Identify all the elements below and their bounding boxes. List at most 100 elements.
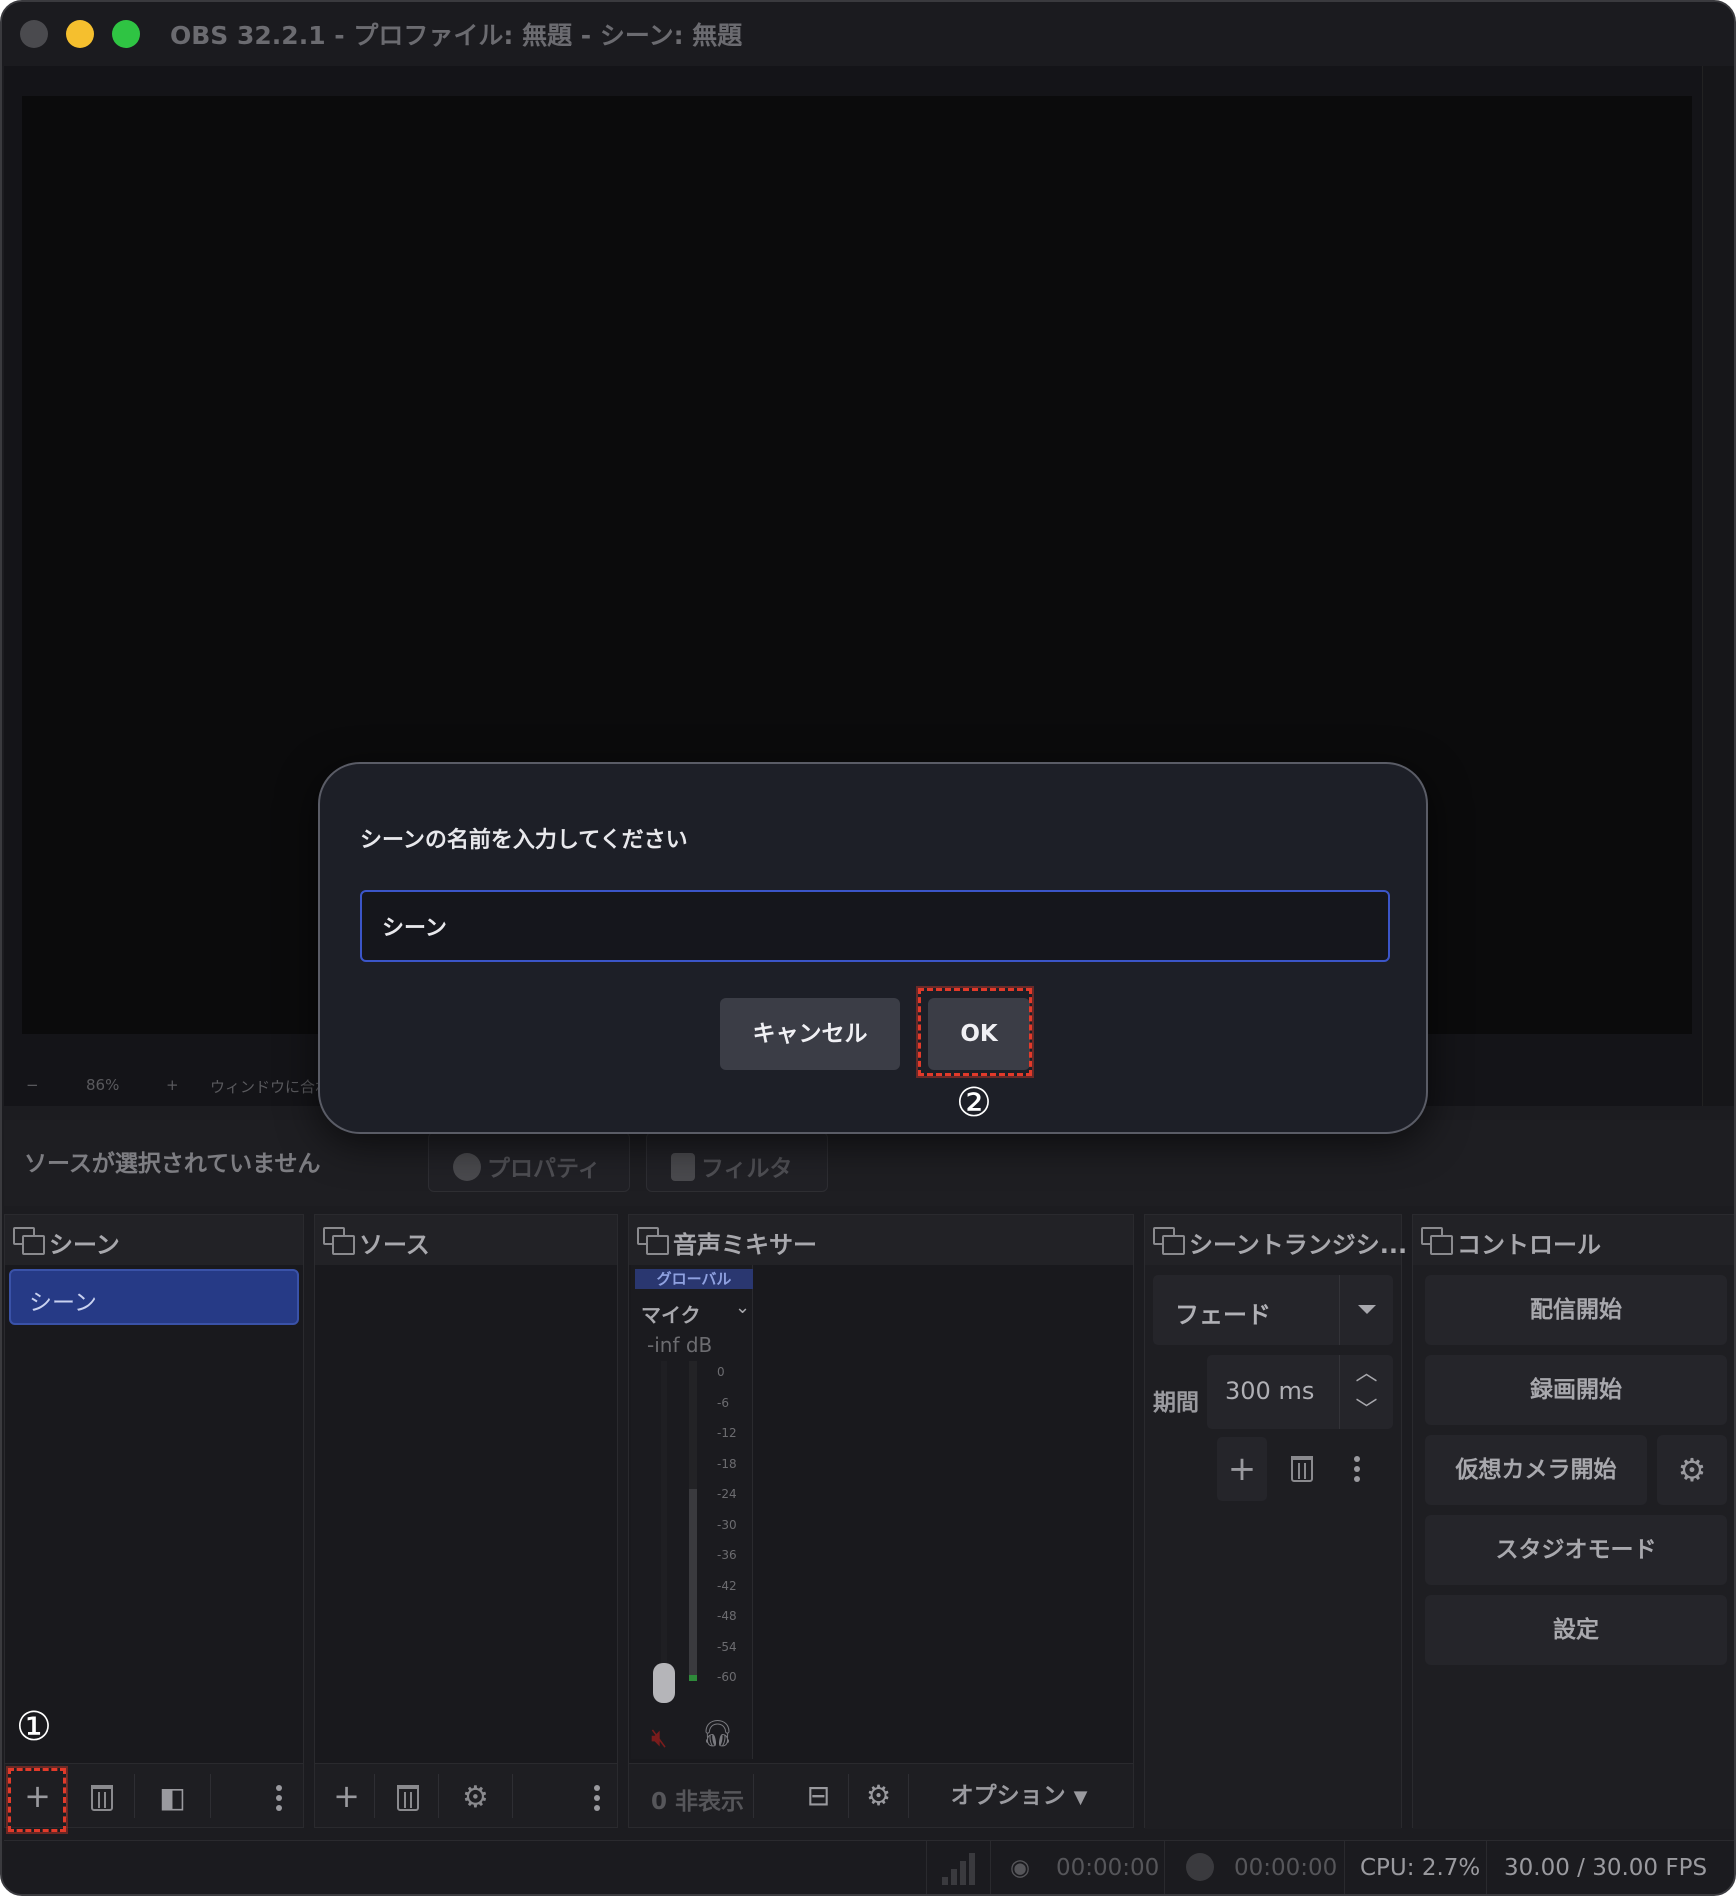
filters-button[interactable]: フィルタ — [646, 1132, 828, 1192]
zoom-out-button[interactable]: − — [26, 1076, 39, 1094]
minimize-window-button[interactable] — [66, 20, 94, 48]
maximize-window-button[interactable] — [112, 20, 140, 48]
status-divider — [990, 1841, 991, 1894]
mixer-dock-title: 音声ミキサー — [673, 1231, 817, 1259]
annotation-box-step2 — [918, 988, 1032, 1076]
chevron-down-icon[interactable] — [1339, 1275, 1393, 1345]
signal-icon — [942, 1851, 978, 1885]
scene-list-item[interactable]: シーン — [9, 1269, 299, 1325]
meter-ticks: 0 -6 -12 -18 -24 -30 -36 -42 -48 -54 -60 — [703, 1365, 747, 1695]
mixer-dock-header: 音声ミキサー — [629, 1215, 1133, 1265]
chevron-down-icon[interactable]: ⌄ — [735, 1297, 750, 1318]
no-source-label: ソースが選択されていません — [24, 1151, 321, 1177]
headphones-icon[interactable]: 🎧︎ — [701, 1719, 734, 1749]
sources-dock: ソース + ⚙ — [314, 1214, 618, 1828]
studio-mode-button[interactable]: スタジオモード — [1425, 1515, 1727, 1585]
meter-tick-label: -30 — [717, 1517, 737, 1532]
annotation-step1: ① — [16, 1704, 52, 1750]
zoom-in-button[interactable]: + — [166, 1076, 179, 1094]
remove-transition-button[interactable] — [1277, 1445, 1327, 1489]
scene-filters-button[interactable]: ◧ — [135, 1774, 211, 1818]
duration-label: 期間 — [1153, 1390, 1199, 1416]
layout-icon: ⊟ — [806, 1779, 831, 1812]
meter-tick-label: -36 — [717, 1548, 737, 1562]
controls-dock-header: コントロール — [1413, 1215, 1734, 1265]
start-streaming-button[interactable]: 配信開始 — [1425, 1275, 1727, 1345]
mixer-layout-button[interactable]: ⊟ — [789, 1774, 849, 1818]
status-divider — [926, 1841, 927, 1894]
annotation-box-step1 — [8, 1768, 66, 1832]
scene-name-dialog: シーンの名前を入力してください キャンセル OK — [318, 762, 1428, 1134]
meter-tick-label: 0 — [717, 1365, 725, 1379]
more-dots-icon — [1354, 1466, 1360, 1472]
filter-icon — [671, 1153, 695, 1181]
dock-float-icon[interactable] — [637, 1227, 669, 1255]
remove-source-button[interactable] — [377, 1774, 439, 1818]
dialog-prompt: シーンの名前を入力してください — [360, 828, 688, 853]
add-transition-button[interactable]: + — [1217, 1437, 1267, 1501]
volume-fader-handle[interactable] — [653, 1663, 675, 1703]
mixer-options-button[interactable]: オプション ▼ — [929, 1774, 1109, 1818]
start-virtual-camera-button[interactable]: 仮想カメラ開始 — [1425, 1435, 1647, 1505]
title-bar: OBS 32.2.1 - プロファイル: 無題 - シーン: 無題 — [2, 2, 1734, 66]
volume-meter-right — [689, 1361, 697, 1681]
start-recording-button[interactable]: 録画開始 — [1425, 1355, 1727, 1425]
settings-button[interactable]: 設定 — [1425, 1595, 1727, 1665]
mic-channel-name[interactable]: マイク — [641, 1299, 701, 1328]
duration-stepper[interactable]: ︿ ﹀ — [1339, 1355, 1393, 1429]
cpu-usage: CPU: 2.7% — [1360, 1855, 1481, 1881]
meter-tick-label: -6 — [717, 1395, 729, 1410]
source-more-button[interactable] — [577, 1774, 617, 1818]
scenes-dock-header: シーン — [5, 1215, 303, 1265]
scene-name-input[interactable] — [360, 890, 1390, 962]
chevron-up-icon[interactable]: ︿ — [1340, 1355, 1393, 1392]
scenes-list: シーン — [5, 1265, 303, 1765]
duration-spinbox[interactable]: 300 ms ︿ ﹀ — [1207, 1355, 1393, 1429]
chevron-down-icon: ▼ — [1073, 1787, 1088, 1808]
global-tag: グローバル — [635, 1269, 753, 1289]
hidden-count[interactable]: 0 非表示 — [651, 1782, 744, 1816]
virtual-camera-settings-button[interactable]: ⚙ — [1657, 1435, 1727, 1505]
stream-time: 00:00:00 — [1056, 1855, 1160, 1881]
more-dots-icon — [594, 1795, 600, 1801]
meter-tick-label: -54 — [717, 1639, 737, 1654]
meter-fill — [689, 1489, 697, 1681]
preview-vertical-scrollbar[interactable] — [1702, 66, 1734, 1106]
dock-float-icon[interactable] — [13, 1227, 45, 1255]
trash-icon — [1291, 1456, 1313, 1482]
footer-divider — [753, 1774, 754, 1818]
mixer-settings-button[interactable]: ⚙ — [849, 1774, 909, 1818]
scenes-dock-title: シーン — [49, 1231, 120, 1259]
transitions-dock-title: シーントランジシ... — [1189, 1231, 1408, 1259]
properties-button[interactable]: プロパティ — [428, 1132, 630, 1192]
dock-float-icon[interactable] — [1421, 1227, 1453, 1255]
dock-float-icon[interactable] — [323, 1227, 355, 1255]
dock-float-icon[interactable] — [1153, 1227, 1185, 1255]
fps-readout: 30.00 / 30.00 FPS — [1504, 1855, 1708, 1881]
sources-dock-title: ソース — [359, 1231, 430, 1259]
transition-more-button[interactable] — [1337, 1445, 1377, 1489]
transitions-body: フェード 期間 300 ms ︿ ﹀ + — [1145, 1265, 1401, 1829]
gear-icon: ⚙ — [462, 1780, 489, 1815]
options-label: オプション — [950, 1783, 1066, 1809]
add-source-button[interactable]: + — [319, 1774, 375, 1818]
close-window-button[interactable] — [20, 20, 48, 48]
source-properties-button[interactable]: ⚙ — [439, 1774, 513, 1818]
status-bar: ◉ 00:00:00 00:00:00 CPU: 2.7% 30.00 / 30… — [4, 1840, 1734, 1894]
controls-body: 配信開始 録画開始 仮想カメラ開始 ⚙ スタジオモード 設定 — [1413, 1265, 1734, 1829]
remove-scene-button[interactable] — [69, 1774, 135, 1818]
sources-dock-header: ソース — [315, 1215, 617, 1265]
cancel-button[interactable]: キャンセル — [720, 998, 900, 1070]
chevron-down-icon[interactable]: ﹀ — [1340, 1392, 1393, 1429]
properties-label: プロパティ — [487, 1156, 601, 1182]
record-time: 00:00:00 — [1234, 1855, 1338, 1881]
stream-icon: ◉ — [1010, 1855, 1031, 1881]
transition-buttons: + — [1217, 1437, 1397, 1501]
mixer-dock-footer: 0 非表示 ⊟ ⚙ オプション ▼ — [629, 1763, 1133, 1827]
trash-icon — [90, 1785, 113, 1811]
mute-icon[interactable]: 🔇︎ — [651, 1723, 667, 1754]
status-divider — [1344, 1841, 1345, 1894]
transition-select[interactable]: フェード — [1153, 1275, 1393, 1345]
scene-transitions-dock: シーントランジシ... フェード 期間 300 ms ︿ ﹀ + — [1144, 1214, 1407, 1829]
scene-more-button[interactable] — [259, 1774, 299, 1818]
